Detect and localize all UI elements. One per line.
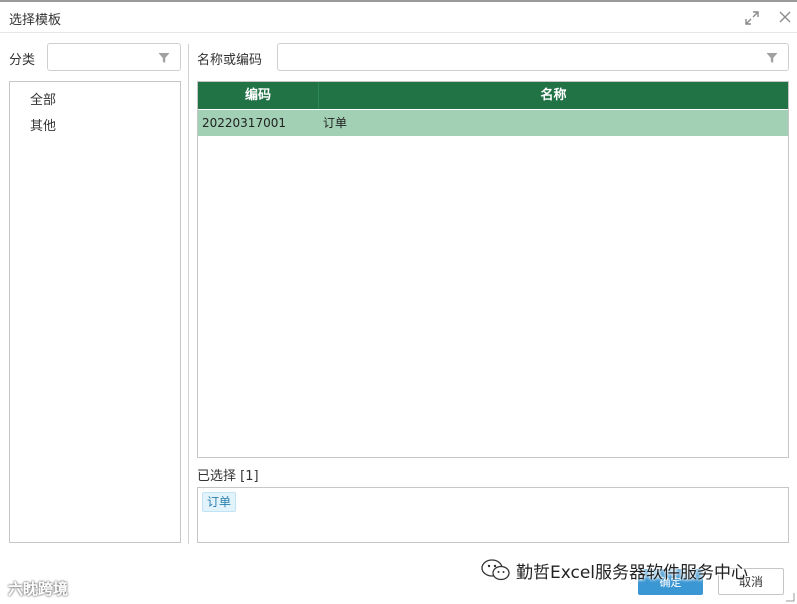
grid-header: 编码 名称 — [198, 82, 788, 109]
dialog-titlebar[interactable]: 选择模板 — [0, 2, 797, 33]
cell-name: 订单 — [323, 116, 348, 130]
table-row[interactable]: 20220317001 订单 — [198, 110, 788, 136]
dialog-title: 选择模板 — [9, 13, 62, 28]
category-item-all[interactable]: 全部 — [30, 89, 56, 108]
panel-splitter[interactable] — [188, 44, 189, 544]
category-tree[interactable]: 全部 其他 — [9, 81, 181, 543]
selected-items-box: 订单 — [197, 487, 789, 543]
resize-grip-icon[interactable] — [785, 592, 795, 602]
category-filter-field[interactable] — [47, 43, 181, 71]
category-item-other[interactable]: 其他 — [30, 115, 56, 134]
search-input[interactable] — [284, 49, 696, 67]
column-header-name[interactable]: 名称 — [319, 82, 788, 109]
category-filter-input[interactable] — [54, 49, 164, 67]
template-grid[interactable]: 编码 名称 20220317001 订单 — [197, 81, 789, 458]
selected-tag[interactable]: 订单 — [202, 492, 237, 512]
watermark-right: 勤哲Excel服务器软件服务中心 — [516, 563, 749, 583]
selected-count-label: 已选择 [1] — [197, 469, 259, 484]
watermark-left: 六眈跨境 — [8, 580, 69, 598]
filter-icon[interactable] — [766, 52, 778, 64]
cell-code: 20220317001 — [202, 116, 286, 130]
filter-icon[interactable] — [158, 52, 170, 64]
search-field[interactable] — [277, 43, 789, 71]
close-icon[interactable] — [777, 9, 793, 25]
maximize-icon[interactable] — [744, 10, 760, 26]
category-label: 分类 — [9, 53, 36, 68]
wechat-icon — [481, 559, 510, 581]
search-label: 名称或编码 — [197, 53, 263, 68]
column-header-code[interactable]: 编码 — [198, 82, 318, 109]
